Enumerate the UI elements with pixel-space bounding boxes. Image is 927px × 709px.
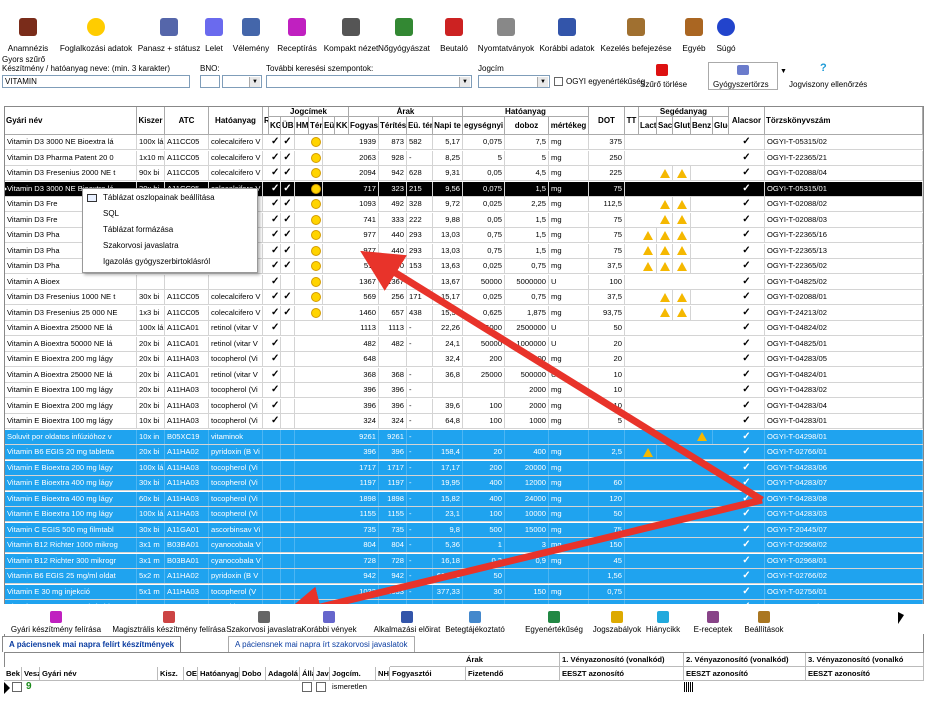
bottom-mortar-button[interactable]: Magisztrális készítmény felírása: [110, 604, 228, 634]
col-eeszt1: EESZT azonosító: [560, 667, 684, 681]
cursor-icon: [898, 612, 904, 624]
col-nh: NH: [376, 667, 390, 681]
prescribed-table[interactable]: Bek Vesz Gyári név Kisz. OEF Hatóanyag D…: [4, 652, 924, 702]
barcode-icon: [684, 682, 694, 692]
bottom-toolbar-label: Magisztrális készítmény felírása: [112, 625, 226, 634]
question-icon: [655, 610, 671, 624]
bottom-toolbar-label: Jogszabályok: [592, 625, 642, 634]
col-dobo: Dobo: [240, 667, 266, 681]
jav-checkbox[interactable]: [316, 682, 326, 692]
alla-checkbox[interactable]: [302, 682, 312, 692]
bottom-diamond-button[interactable]: Szakorvosi javaslatra: [226, 604, 302, 634]
col-alla: Állá: [300, 667, 314, 681]
col-oef: OEF: [184, 667, 198, 681]
col-fogyasztoi: Fogyasztói: [390, 667, 466, 681]
bottom-recycle-button[interactable]: Egyenértékűség: [512, 604, 596, 634]
col-arak: Árak: [390, 653, 560, 667]
settings-icon: [756, 610, 772, 624]
bottom-question-button[interactable]: Hiánycikk: [636, 604, 690, 634]
row-number: 9: [26, 681, 32, 692]
bottom-erecept-button[interactable]: E-receptek: [690, 604, 736, 634]
col-kisz: Kisz.: [158, 667, 184, 681]
bottom-info-button[interactable]: Betegtájékoztató: [444, 604, 506, 634]
col-bek: Bek: [4, 667, 22, 681]
bottom-toolbar: Gyári készítmény felírása Magisztrális ké…: [0, 604, 927, 634]
bottom-toolbar-label: Gyári készítmény felírása: [10, 625, 102, 634]
erecept-icon-shape: [707, 611, 719, 623]
bottom-toolbar-label: E-receptek: [693, 625, 733, 634]
col-name: Gyári név: [40, 667, 158, 681]
col-jogcim: Jogcím.: [330, 667, 376, 681]
bottom-paragraph-button[interactable]: Jogszabályok: [592, 604, 642, 634]
col-id2: 2. Vényazonosító (vonalkód): [684, 653, 806, 667]
list-icon-shape: [323, 611, 335, 623]
bottom-toolbar-label: Egyenértékűség: [525, 625, 583, 634]
bottom-settings-button[interactable]: Beállítások: [740, 604, 788, 634]
paragraph-icon: [609, 610, 625, 624]
pen-icon: [48, 610, 64, 624]
arrow-to-menu: [360, 250, 764, 503]
mortar-icon-shape: [163, 611, 175, 623]
paragraph-icon-shape: [611, 611, 623, 623]
tab-recommendations[interactable]: A páciensnek mai napra írt szakorvosi ja…: [228, 636, 415, 652]
bottom-toolbar-label: Beállítások: [744, 625, 784, 634]
bek-checkbox[interactable]: [12, 682, 22, 692]
app-window: Anamnézis Foglalkozási adatok Panasz + stá…: [0, 0, 927, 709]
col-vesz: Vesz: [22, 667, 40, 681]
bottom-toolbar-label: Betegtájékoztató: [445, 625, 505, 634]
doc-icon-shape: [401, 611, 413, 623]
bottom-toolbar-label: Alkalmazási előirat: [373, 625, 441, 634]
col-hatoanyag: Hatóanyag: [198, 667, 240, 681]
arrow-to-button: [279, 496, 763, 628]
row-indicator-icon: [4, 682, 12, 694]
diamond-icon-shape: [258, 611, 270, 623]
bottom-toolbar-label: Szakorvosi javaslatra: [226, 625, 302, 634]
mortar-icon: [161, 610, 177, 624]
bottom-tabs: A páciensnek mai napra felírt készítmény…: [0, 636, 927, 652]
pen-icon-shape: [50, 611, 62, 623]
recycle-icon-shape: [548, 611, 560, 623]
erecept-icon: [705, 610, 721, 624]
annotation-arrows: [279, 250, 764, 628]
info-icon: [467, 610, 483, 624]
recycle-icon: [546, 610, 562, 624]
bottom-doc-button[interactable]: Alkalmazási előirat: [374, 604, 440, 634]
tab-prescribed[interactable]: A páciensnek mai napra felírt készítmény…: [2, 636, 182, 652]
diamond-icon: [256, 610, 272, 624]
col-jav: Jav: [314, 667, 330, 681]
bottom-toolbar-label: Hiánycikk: [645, 625, 681, 634]
col-eeszt2: EESZT azonosító: [684, 667, 806, 681]
info-icon-shape: [469, 611, 481, 623]
col-adagolas: Adagolá: [266, 667, 300, 681]
list-icon: [321, 610, 337, 624]
col-fizetendo: Fizetendő: [466, 667, 560, 681]
col-id1: 1. Vényazonosító (vonalkód): [560, 653, 684, 667]
bottom-pen-button[interactable]: Gyári készítmény felírása: [6, 604, 106, 634]
settings-icon-shape: [758, 611, 770, 623]
doc-icon: [399, 610, 415, 624]
col-id3: 3. Vényazonosító (vonalkó: [806, 653, 924, 667]
bottom-toolbar-label: Korábbi vények: [301, 625, 357, 634]
jogcim-value[interactable]: ismeretlen: [332, 682, 367, 691]
bottom-list-button[interactable]: Korábbi vények: [300, 604, 358, 634]
col-eeszt3: EESZT azonosító: [806, 667, 924, 681]
question-icon-shape: [657, 611, 669, 623]
